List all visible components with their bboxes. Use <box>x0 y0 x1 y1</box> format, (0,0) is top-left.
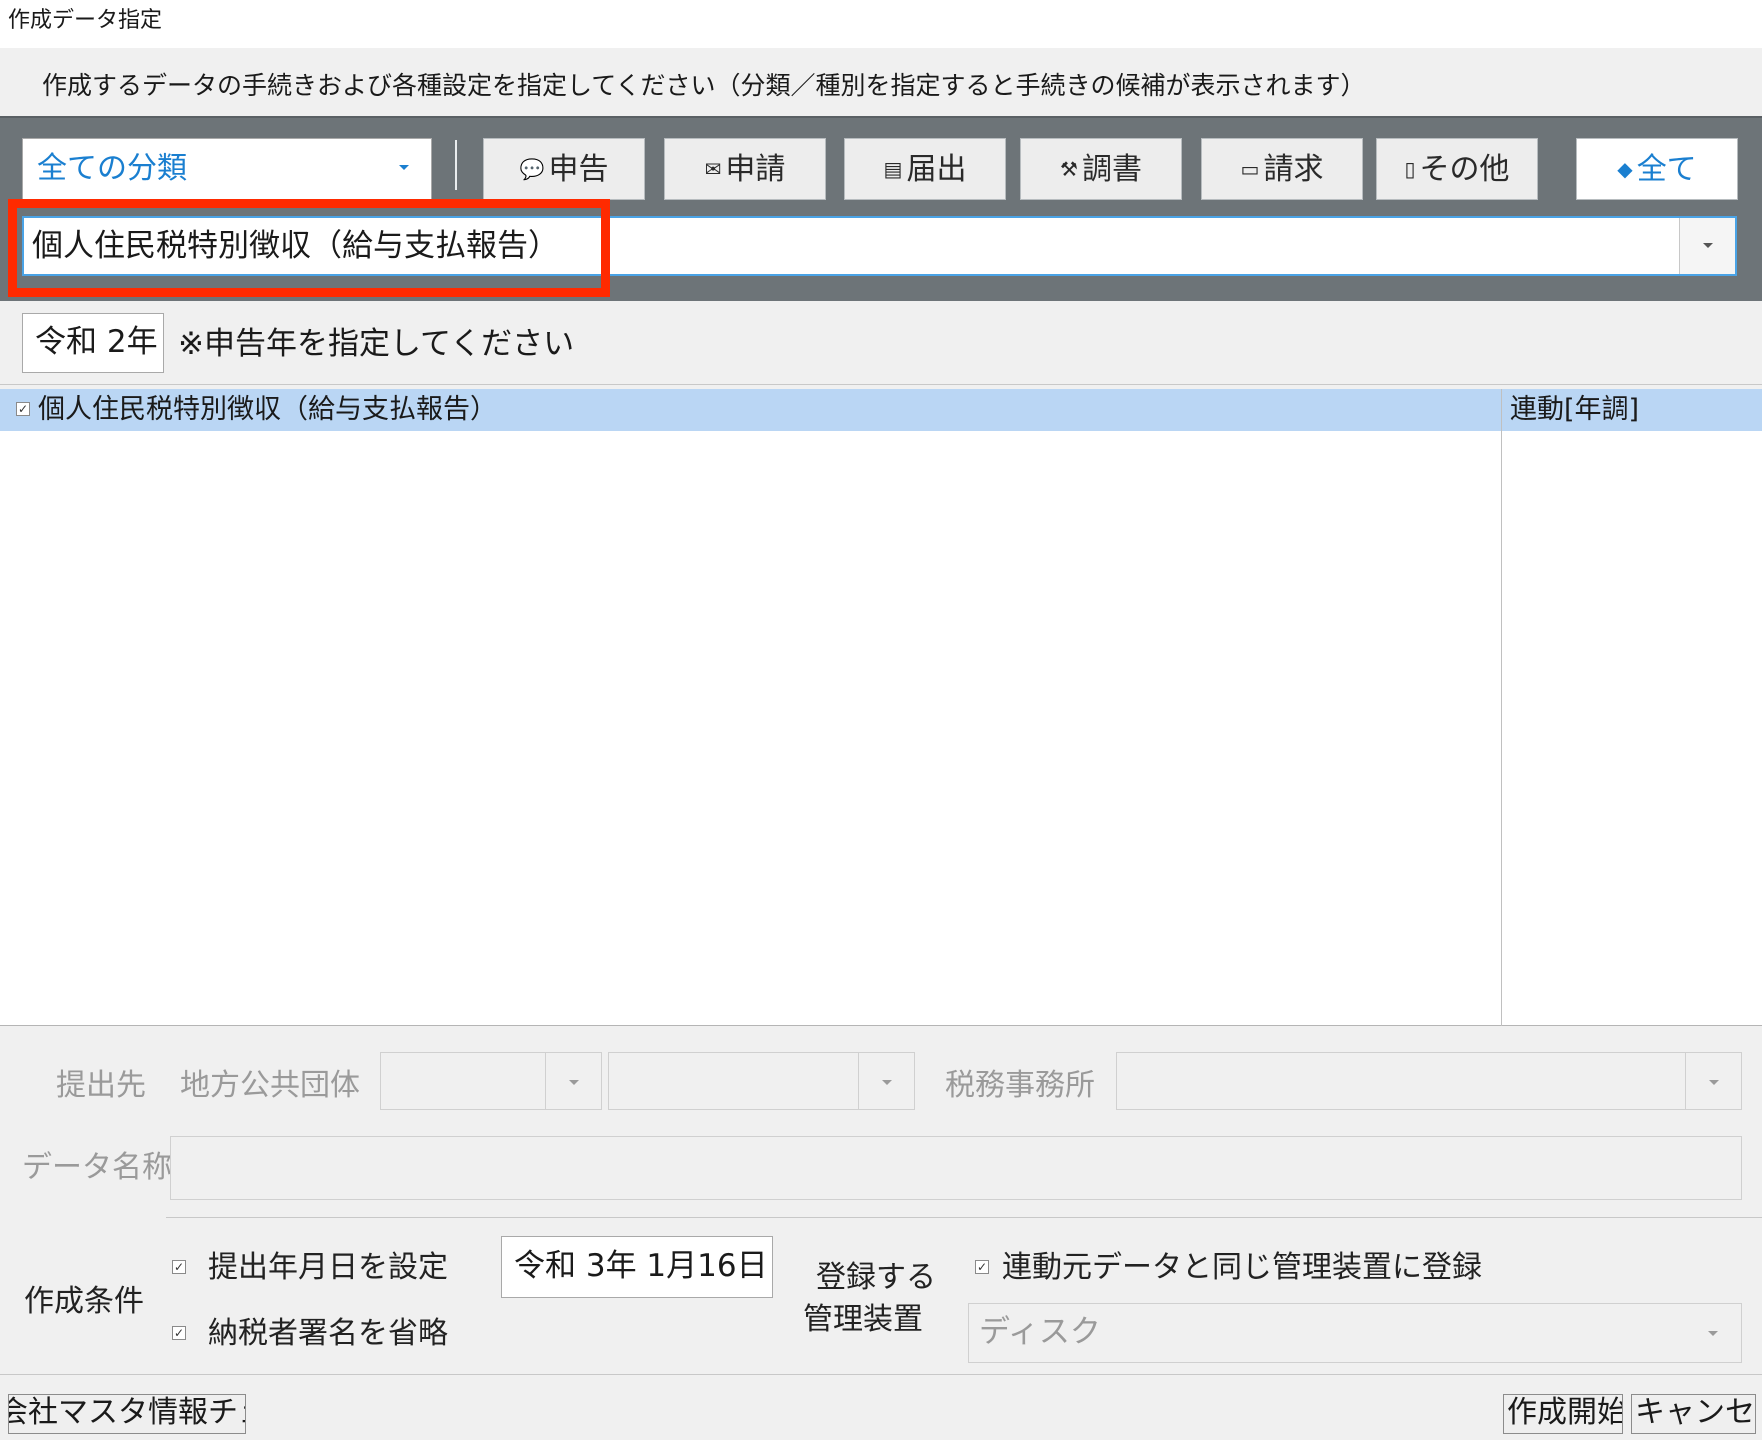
category-select[interactable]: 全ての分類 <box>22 138 432 200</box>
cancel-label: キャンセル <box>1635 1395 1755 1430</box>
register-label-line1: 登録する <box>816 1260 936 1295</box>
chevron-down-icon <box>1703 243 1713 248</box>
device-select[interactable]: ディスク <box>968 1303 1742 1363</box>
stamp-icon: ✉ <box>704 157 722 181</box>
chevron-down-icon <box>1709 1080 1719 1085</box>
filter-shinsei-button[interactable]: ✉ 申請 <box>664 138 826 200</box>
column-divider <box>1501 389 1502 1026</box>
filter-shinsei-label: 申請 <box>725 152 786 187</box>
cond2-label: 納税者署名を省略 <box>208 1316 448 1351</box>
register-same-label: 連動元データと同じ管理装置に登録 <box>1002 1250 1482 1285</box>
filter-todokede-label: 届出 <box>906 152 967 187</box>
master-check-label: 会社マスタ情報チェック <box>8 1395 245 1430</box>
tax-bubble-icon: 💬 <box>519 157 545 181</box>
zeimu-label: 税務事務所 <box>945 1068 1095 1103</box>
start-label: 作成開始 <box>1507 1395 1623 1430</box>
device-dropdown[interactable] <box>1685 1304 1741 1362</box>
filter-all-button[interactable]: ◆ 全て <box>1576 138 1738 200</box>
filter-chosho-button[interactable]: ⚒ 調書 <box>1020 138 1182 200</box>
register-label-line2: 管理装置 <box>803 1302 923 1337</box>
chevron-down-icon <box>399 165 409 170</box>
toolbar-divider <box>455 140 457 190</box>
date-input[interactable]: 令和 3年 1月16日 <box>501 1236 773 1298</box>
chiho-dropdown-2[interactable] <box>858 1053 914 1109</box>
chevron-down-icon <box>882 1080 892 1085</box>
year-input[interactable]: 令和 2年 <box>22 313 164 373</box>
chiho-select-1[interactable] <box>380 1052 602 1110</box>
filter-todokede-button[interactable]: ▤ 届出 <box>844 138 1006 200</box>
teishutsusaki-label: 提出先 <box>56 1068 146 1103</box>
filter-shinkoku-label: 申告 <box>548 152 609 187</box>
list-item-link-type: 連動[年調] <box>1510 394 1640 425</box>
device-value: ディスク <box>979 1314 1101 1350</box>
window-title: 作成データ指定 <box>0 0 1762 48</box>
cond1-label: 提出年月日を設定 <box>208 1250 448 1285</box>
highlight-annotation <box>8 199 610 297</box>
list-item[interactable]: ✓ 個人住民税特別徴収（給与支払報告） 連動[年調] <box>0 389 1762 431</box>
chiho-dropdown-1[interactable] <box>545 1053 601 1109</box>
filter-shinkoku-button[interactable]: 💬 申告 <box>483 138 645 200</box>
cond1-checkbox[interactable]: ✓ <box>172 1260 186 1274</box>
zeimu-select[interactable] <box>1116 1052 1742 1110</box>
page-icon: ▯ <box>1404 157 1416 181</box>
master-check-button[interactable]: 会社マスタ情報チェック <box>8 1394 246 1434</box>
list-item-name: 個人住民税特別徴収（給与支払報告） <box>38 394 497 425</box>
filter-chosho-label: 調書 <box>1081 152 1142 187</box>
filter-seikyu-button[interactable]: ▭ 請求 <box>1201 138 1363 200</box>
separator <box>166 1217 1762 1218</box>
data-name-input[interactable] <box>170 1136 1742 1200</box>
document-icon: ▤ <box>883 157 903 181</box>
money-icon: ▭ <box>1240 157 1260 181</box>
zeimu-dropdown[interactable] <box>1685 1053 1741 1109</box>
data-name-label: データ名称 <box>22 1150 172 1185</box>
procedure-dropdown-button[interactable] <box>1679 218 1735 274</box>
cancel-button[interactable]: キャンセル <box>1631 1394 1756 1434</box>
chiho-select-2[interactable] <box>608 1052 915 1110</box>
start-button[interactable]: 作成開始 <box>1503 1394 1623 1434</box>
gavel-icon: ⚒ <box>1060 157 1078 181</box>
filter-all-label: 全て <box>1636 152 1697 187</box>
procedure-list: ✓ 個人住民税特別徴収（給与支払報告） 連動[年調] <box>0 389 1762 1026</box>
cond2-checkbox[interactable]: ✓ <box>172 1326 186 1340</box>
conditions-label: 作成条件 <box>24 1284 144 1319</box>
filter-sonota-label: その他 <box>1419 152 1510 187</box>
chiho-label: 地方公共団体 <box>180 1068 360 1103</box>
instruction-text: 作成するデータの手続きおよび各種設定を指定してください（分類／種別を指定すると手… <box>42 71 1366 100</box>
year-note: ※申告年を指定してください <box>178 326 575 362</box>
chevron-down-icon <box>1708 1331 1718 1336</box>
chevron-down-icon <box>569 1080 579 1085</box>
separator <box>0 1374 1762 1375</box>
separator <box>0 384 1762 385</box>
register-same-checkbox[interactable]: ✓ <box>975 1260 989 1274</box>
row-checkbox[interactable]: ✓ <box>16 402 30 416</box>
category-value: 全ての分類 <box>37 151 187 186</box>
filter-sonota-button[interactable]: ▯ その他 <box>1376 138 1538 200</box>
filter-seikyu-label: 請求 <box>1263 152 1324 187</box>
layers-icon: ◆ <box>1617 157 1633 181</box>
